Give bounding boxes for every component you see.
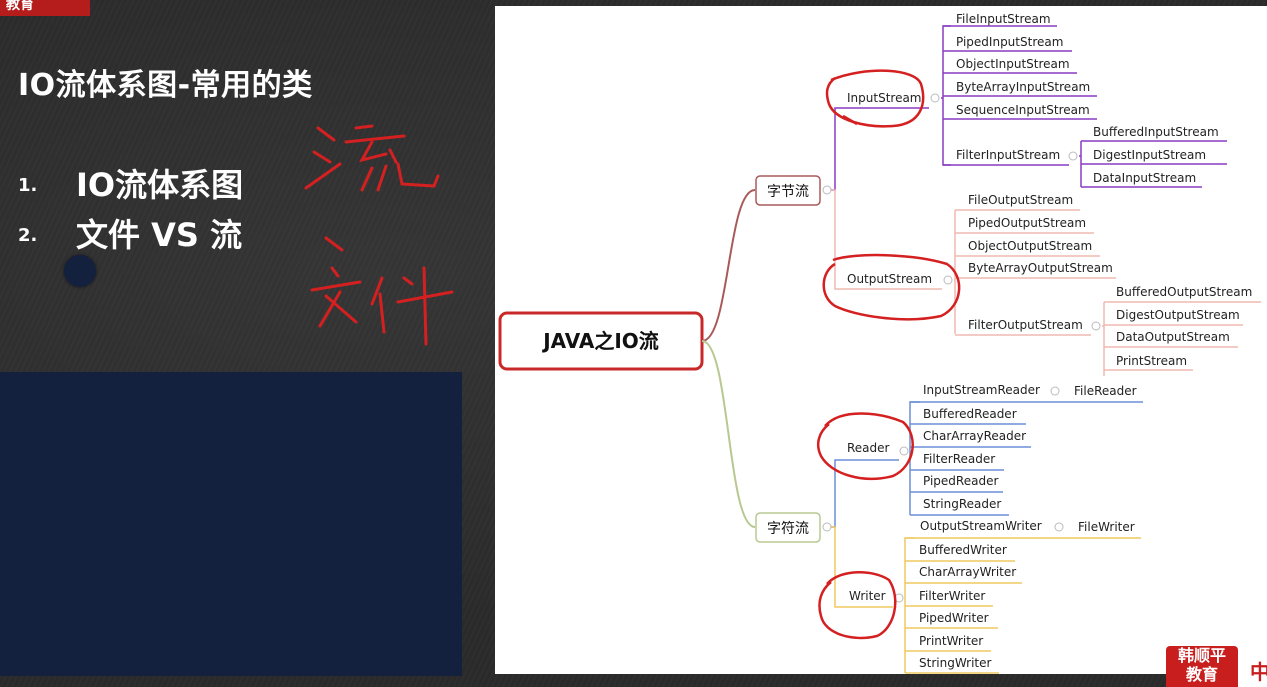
outline-text: IO流体系图 (76, 166, 244, 204)
pointer-dot (64, 255, 96, 287)
reader-child: StringReader (923, 497, 1001, 511)
filter-output-label: FilterOutputStream (968, 318, 1083, 332)
writer-child: FilterWriter (919, 589, 985, 603)
reader-label: Reader (847, 441, 890, 455)
filter-input-spine (1079, 141, 1082, 187)
corner-tab: 教育 (0, 0, 90, 16)
input-children: FileInputStream PipedInputStream ObjectI… (943, 12, 1227, 188)
output-child: PipedOutputStream (968, 216, 1086, 230)
collapse-toggle-icon[interactable] (930, 93, 940, 103)
filter-output-spine (1102, 302, 1105, 376)
logo-line-2: 教育 (1185, 665, 1218, 684)
filter-output-child: PrintStream (1116, 354, 1187, 368)
output-child: ByteArrayOutputStream (968, 261, 1113, 275)
filter-output-child: BufferedOutputStream (1116, 285, 1252, 299)
circle-writer (818, 571, 897, 640)
root-label: JAVA之IO流 (541, 329, 659, 353)
writer-child: PrintWriter (919, 634, 983, 648)
collapse-toggle-icon[interactable] (1050, 386, 1060, 396)
outline-number: 2. (18, 225, 38, 246)
reader-child: FilterReader (923, 452, 995, 466)
input-child: PipedInputStream (956, 35, 1063, 49)
filter-output-child: DigestOutputStream (1116, 308, 1240, 322)
writer-children: OutputStreamWriter FileWriter BufferedWr… (905, 519, 1141, 674)
corner-tab-label: 教育 (6, 0, 34, 13)
collapse-toggle-icon[interactable] (822, 185, 832, 195)
file-reader-label: FileReader (1074, 384, 1137, 398)
input-child: ObjectInputStream (956, 57, 1070, 71)
collapse-toggle-icon[interactable] (1054, 522, 1064, 532)
collapse-toggle-icon[interactable] (822, 522, 832, 532)
collapse-toggle-icon[interactable] (943, 275, 953, 285)
filter-output-child: DataOutputStream (1116, 330, 1230, 344)
writer-child: StringWriter (919, 656, 991, 670)
filter-input-child: BufferedInputStream (1093, 125, 1219, 139)
collapse-toggle-icon[interactable] (899, 446, 909, 456)
output-children: FileOutputStream PipedOutputStream Objec… (955, 193, 1261, 376)
byte-stream-label: 字节流 (767, 184, 809, 200)
writer-child: BufferedWriter (919, 543, 1007, 557)
link-root-byte (701, 189, 756, 342)
logo-tail: 中 (1238, 646, 1267, 687)
filter-input-child: DataInputStream (1093, 171, 1196, 185)
output-stream-label: OutputStream (847, 272, 932, 286)
link-root-char (701, 340, 756, 528)
reader-child: PipedReader (923, 474, 998, 488)
char-stream-label: 字符流 (767, 521, 809, 537)
writer-child: PipedWriter (919, 611, 989, 625)
input-child: FileInputStream (956, 12, 1051, 26)
reader-child: BufferedReader (923, 407, 1017, 421)
slide-title: IO流体系图-常用的类 (18, 68, 313, 103)
writer-child: CharArrayWriter (919, 565, 1016, 579)
collapse-toggle-icon[interactable] (1068, 151, 1078, 161)
filter-input-label: FilterInputStream (956, 148, 1060, 162)
input-stream-reader-label: InputStreamReader (923, 383, 1040, 397)
circle-outputstream (822, 253, 961, 321)
reader-child: CharArrayReader (923, 429, 1026, 443)
link-char-writer (831, 526, 843, 608)
input-child: SequenceInputStream (956, 103, 1090, 117)
link-byte-input (831, 107, 843, 191)
writer-label: Writer (849, 589, 886, 603)
output-child: ObjectOutputStream (968, 239, 1092, 253)
outline-number: 1. (18, 175, 38, 196)
input-stream-label: InputStream (847, 91, 922, 105)
output-stream-writer-label: OutputStreamWriter (920, 519, 1042, 533)
output-child: FileOutputStream (968, 193, 1073, 207)
link-byte-output (831, 189, 843, 290)
video-panel (0, 372, 462, 676)
reader-children: InputStreamReader FileReader BufferedRea… (910, 383, 1143, 516)
input-child: ByteArrayInputStream (956, 80, 1090, 94)
collapse-toggle-icon[interactable] (1091, 321, 1101, 331)
mindmap-svg: JAVA之IO流 字节流 字符流 InputStream FileInputSt… (498, 12, 1261, 674)
filter-input-child: DigestInputStream (1093, 148, 1206, 162)
reader-spine (909, 401, 920, 515)
logo-line-1: 韩顺平 (1177, 646, 1226, 665)
brand-logo: 韩顺平 教育 (1166, 646, 1238, 687)
outline-text: 文件 VS 流 (76, 216, 243, 254)
io-mindmap: JAVA之IO流 字节流 字符流 InputStream FileInputSt… (495, 6, 1267, 674)
file-writer-label: FileWriter (1078, 520, 1135, 534)
